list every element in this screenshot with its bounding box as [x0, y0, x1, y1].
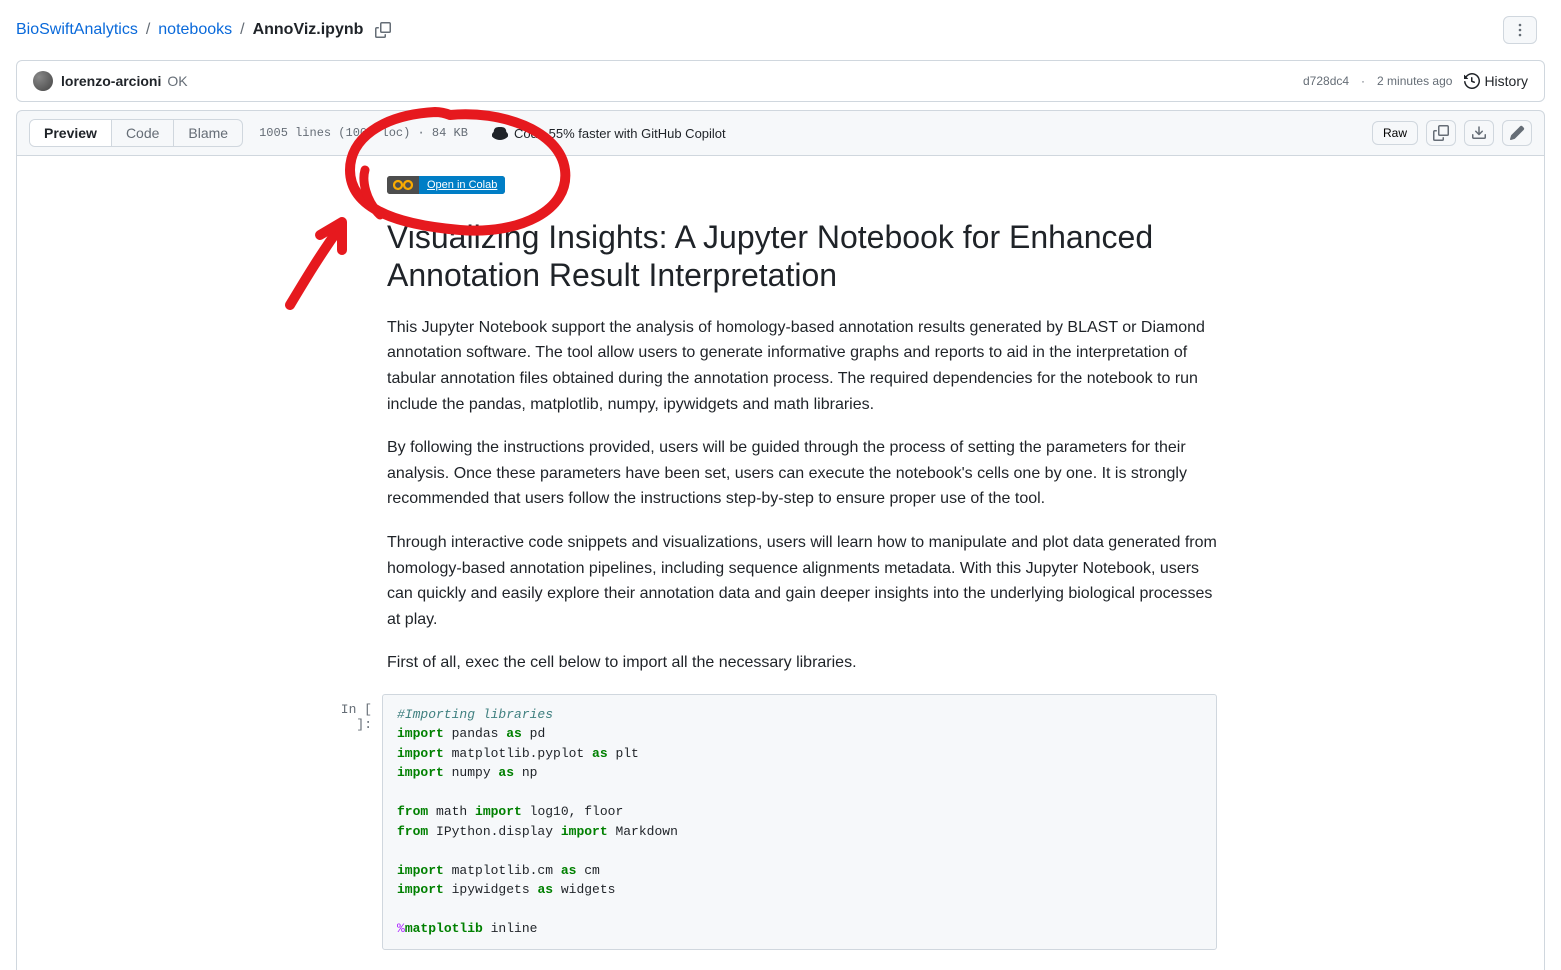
avatar[interactable]	[33, 71, 53, 91]
notebook-body: Open in Colab Visualizing Insights: A Ju…	[387, 176, 1217, 950]
raw-button[interactable]: Raw	[1372, 121, 1418, 145]
doc-paragraph: This Jupyter Notebook support the analys…	[387, 315, 1217, 417]
colab-badge[interactable]: Open in Colab	[387, 176, 505, 194]
file-content: Open in Colab Visualizing Insights: A Ju…	[16, 156, 1545, 970]
breadcrumb-repo[interactable]: BioSwiftAnalytics	[16, 21, 138, 39]
tab-code[interactable]: Code	[111, 120, 173, 146]
history-icon	[1464, 73, 1480, 89]
tab-preview[interactable]: Preview	[30, 120, 111, 146]
commit-dot: ·	[1361, 74, 1365, 88]
copilot-icon	[492, 125, 508, 141]
commit-bar: lorenzo-arcioni OK d728dc4 · 2 minutes a…	[16, 60, 1545, 102]
doc-paragraph: First of all, exec the cell below to imp…	[387, 650, 1217, 676]
more-menu-button[interactable]	[1503, 16, 1537, 44]
history-link[interactable]: History	[1464, 73, 1528, 89]
code-cell: In [ ]: #Importing libraries import pand…	[387, 694, 1217, 950]
copilot-promo[interactable]: Code 55% faster with GitHub Copilot	[492, 125, 726, 141]
commit-sha[interactable]: d728dc4	[1303, 74, 1349, 88]
doc-paragraph: By following the instructions provided, …	[387, 435, 1217, 512]
download-button[interactable]	[1464, 120, 1494, 146]
breadcrumb-sep: /	[146, 21, 150, 39]
doc-title: Visualizing Insights: A Jupyter Notebook…	[387, 218, 1217, 295]
copy-path-icon[interactable]	[375, 22, 391, 38]
pencil-icon	[1509, 125, 1525, 141]
cell-code: #Importing libraries import pandas as pd…	[382, 694, 1217, 950]
breadcrumb: BioSwiftAnalytics / notebooks / AnnoViz.…	[0, 0, 1561, 52]
breadcrumb-sep: /	[240, 21, 244, 39]
commit-message[interactable]: OK	[167, 73, 187, 89]
file-toolbar: Preview Code Blame 1005 lines (1005 loc)…	[16, 110, 1545, 156]
edit-button[interactable]	[1502, 120, 1532, 146]
tab-blame[interactable]: Blame	[173, 120, 242, 146]
commit-time: 2 minutes ago	[1377, 74, 1452, 88]
tab-group: Preview Code Blame	[29, 119, 243, 147]
doc-paragraph: Through interactive code snippets and vi…	[387, 530, 1217, 632]
copy-icon	[1433, 125, 1449, 141]
commit-author[interactable]: lorenzo-arcioni	[61, 73, 161, 89]
download-icon	[1471, 125, 1487, 141]
breadcrumb-folder[interactable]: notebooks	[158, 21, 232, 39]
file-info: 1005 lines (1005 loc) · 84 KB	[259, 126, 468, 140]
cell-prompt: In [ ]:	[322, 694, 382, 950]
colab-badge-text: Open in Colab	[419, 176, 505, 194]
breadcrumb-current: AnnoViz.ipynb	[253, 21, 364, 39]
copy-button[interactable]	[1426, 120, 1456, 146]
colab-icon	[387, 176, 419, 194]
